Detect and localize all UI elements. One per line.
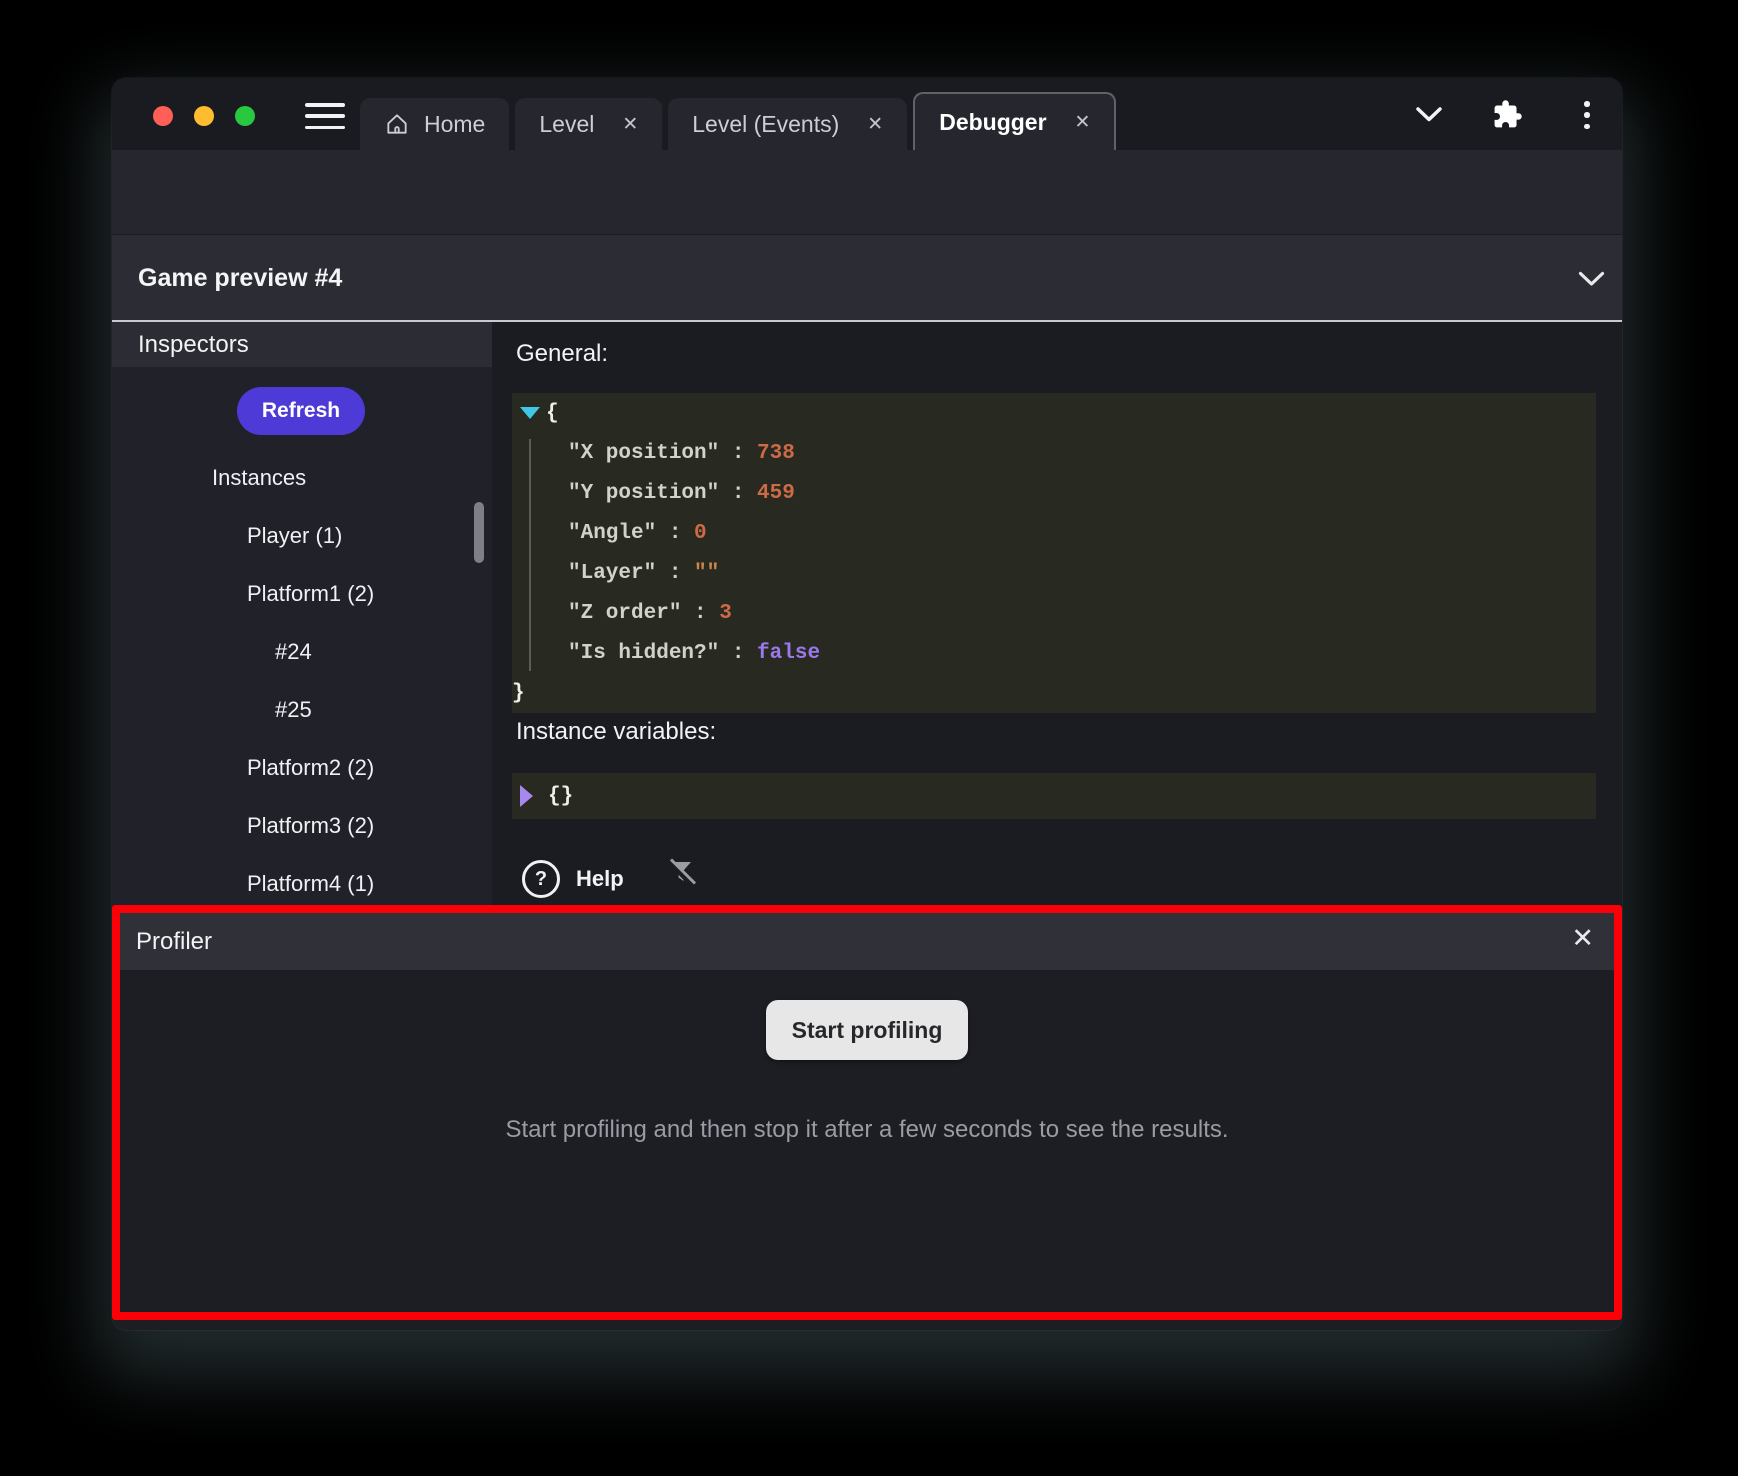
tab-label: Level (Events) xyxy=(692,111,839,138)
tab-home[interactable]: Home xyxy=(360,98,509,150)
tree-item-label: Platform3 (2) xyxy=(247,813,374,839)
start-profiling-button[interactable]: Start profiling xyxy=(766,1000,969,1060)
tab-level[interactable]: Level ✕ xyxy=(515,98,662,150)
inspectors-header: Inspectors xyxy=(112,322,492,367)
tab-label: Home xyxy=(424,111,485,138)
json-property-value: "" xyxy=(694,562,719,585)
refresh-button[interactable]: Refresh xyxy=(237,387,365,435)
tree-item-label: #25 xyxy=(275,697,312,723)
menu-hamburger-icon[interactable] xyxy=(305,103,345,129)
tree-item-label: #24 xyxy=(275,639,312,665)
close-icon[interactable]: ✕ xyxy=(622,113,638,136)
tree-item[interactable]: Platform2 (2) xyxy=(112,739,492,797)
tree-item-label: Player (1) xyxy=(247,523,342,549)
tree-item[interactable]: #25 xyxy=(112,681,492,739)
json-open-brace: { xyxy=(512,393,1596,433)
game-preview-bar[interactable]: Game preview #4 xyxy=(112,234,1622,320)
tab-label: Level xyxy=(539,111,594,138)
tree-item[interactable]: Platform1 (2) xyxy=(112,565,492,623)
close-icon[interactable]: ✕ xyxy=(867,113,883,136)
tree-item-label: Platform2 (2) xyxy=(247,755,374,781)
profiler-header: Profiler ✕ xyxy=(120,913,1614,970)
profiler-body: Start profiling Start profiling and then… xyxy=(120,970,1614,1312)
json-property-row[interactable]: "X position" : 738 xyxy=(512,433,1596,473)
json-property-value: 459 xyxy=(757,482,795,505)
tree-item[interactable]: Player (1) xyxy=(112,507,492,565)
window-close-button[interactable] xyxy=(153,106,173,126)
json-property-key: "Layer" : xyxy=(568,562,694,585)
chevron-down-icon[interactable] xyxy=(1415,106,1443,123)
general-label: General: xyxy=(516,340,608,368)
collapsed-arrow-icon[interactable] xyxy=(520,785,533,807)
inspectors-sidebar: Inspectors Refresh Instances Player (1) … xyxy=(112,322,492,907)
json-property-row[interactable]: "Is hidden?" : false xyxy=(512,633,1596,673)
tree-item[interactable]: Instances xyxy=(112,449,492,507)
window-zoom-button[interactable] xyxy=(235,106,255,126)
tab-debugger[interactable]: Debugger ✕ xyxy=(913,92,1116,150)
sidebar-scrollbar-thumb[interactable] xyxy=(474,502,484,563)
indent-guide xyxy=(529,439,531,671)
json-properties: "X position" : 738 "Y position" : 459 "A… xyxy=(512,433,1596,673)
profiler-title: Profiler xyxy=(136,928,212,956)
inspector-panel: General: { "X position" : 738 "Y positio… xyxy=(492,322,1622,907)
extensions-puzzle-icon[interactable] xyxy=(1492,99,1523,130)
home-icon xyxy=(384,111,410,137)
instance-variables-label: Instance variables: xyxy=(516,718,716,746)
app-window: Home Level ✕ Level (Events) ✕ Debugger ✕ xyxy=(112,78,1622,1330)
game-preview-title: Game preview #4 xyxy=(138,235,342,321)
general-json-view: { "X position" : 738 "Y position" : 459 xyxy=(512,393,1596,713)
json-property-row[interactable]: "Layer" : "" xyxy=(512,553,1596,593)
tree-item[interactable]: Platform3 (2) xyxy=(112,797,492,855)
json-property-value: 738 xyxy=(757,442,795,465)
tab-label: Debugger xyxy=(939,109,1046,136)
filter-off-icon[interactable] xyxy=(664,856,698,890)
debugger-toolbar: Pause xyxy=(112,150,1622,234)
screenshot-stage: Home Level ✕ Level (Events) ✕ Debugger ✕ xyxy=(0,0,1738,1476)
json-property-row[interactable]: "Angle" : 0 xyxy=(512,513,1596,553)
chevron-down-icon[interactable] xyxy=(1578,271,1605,287)
tree-item-label: Platform1 (2) xyxy=(247,581,374,607)
close-icon[interactable]: ✕ xyxy=(1075,111,1091,134)
profiler-panel: Profiler ✕ Start profiling Start profili… xyxy=(112,905,1622,1320)
json-property-value: false xyxy=(757,642,820,665)
overflow-menu-icon[interactable] xyxy=(1583,101,1591,129)
json-property-value: 3 xyxy=(719,602,732,625)
help-label: Help xyxy=(576,866,624,892)
json-property-key: "Is hidden?" : xyxy=(568,642,757,665)
instance-variables-view: {} xyxy=(512,773,1596,819)
profiler-message: Start profiling and then stop it after a… xyxy=(505,1116,1228,1144)
tree-item[interactable]: #24 xyxy=(112,623,492,681)
tree-item-label: Platform4 (1) xyxy=(247,871,374,897)
json-property-key: "Z order" : xyxy=(568,602,719,625)
expand-arrow-icon[interactable] xyxy=(520,407,540,419)
json-property-value: 0 xyxy=(694,522,707,545)
help-question-icon: ? xyxy=(522,860,560,898)
tab-bar: Home Level ✕ Level (Events) ✕ Debugger ✕ xyxy=(360,92,1116,150)
json-property-key: "Angle" : xyxy=(568,522,694,545)
instance-variables-value: {} xyxy=(548,785,573,808)
json-property-key: "X position" : xyxy=(568,442,757,465)
tree-item-label: Instances xyxy=(212,465,306,491)
json-close-brace: } xyxy=(512,673,1596,713)
tab-level-events[interactable]: Level (Events) ✕ xyxy=(668,98,907,150)
json-property-row[interactable]: "Y position" : 459 xyxy=(512,473,1596,513)
json-property-key: "Y position" : xyxy=(568,482,757,505)
close-icon[interactable]: ✕ xyxy=(1571,925,1594,952)
instances-tree: Instances Player (1) Platform1 (2) #24 xyxy=(112,449,492,913)
window-minimize-button[interactable] xyxy=(194,106,214,126)
titlebar: Home Level ✕ Level (Events) ✕ Debugger ✕ xyxy=(112,78,1622,150)
json-property-row[interactable]: "Z order" : 3 xyxy=(512,593,1596,633)
help-button[interactable]: ? Help xyxy=(522,860,624,898)
